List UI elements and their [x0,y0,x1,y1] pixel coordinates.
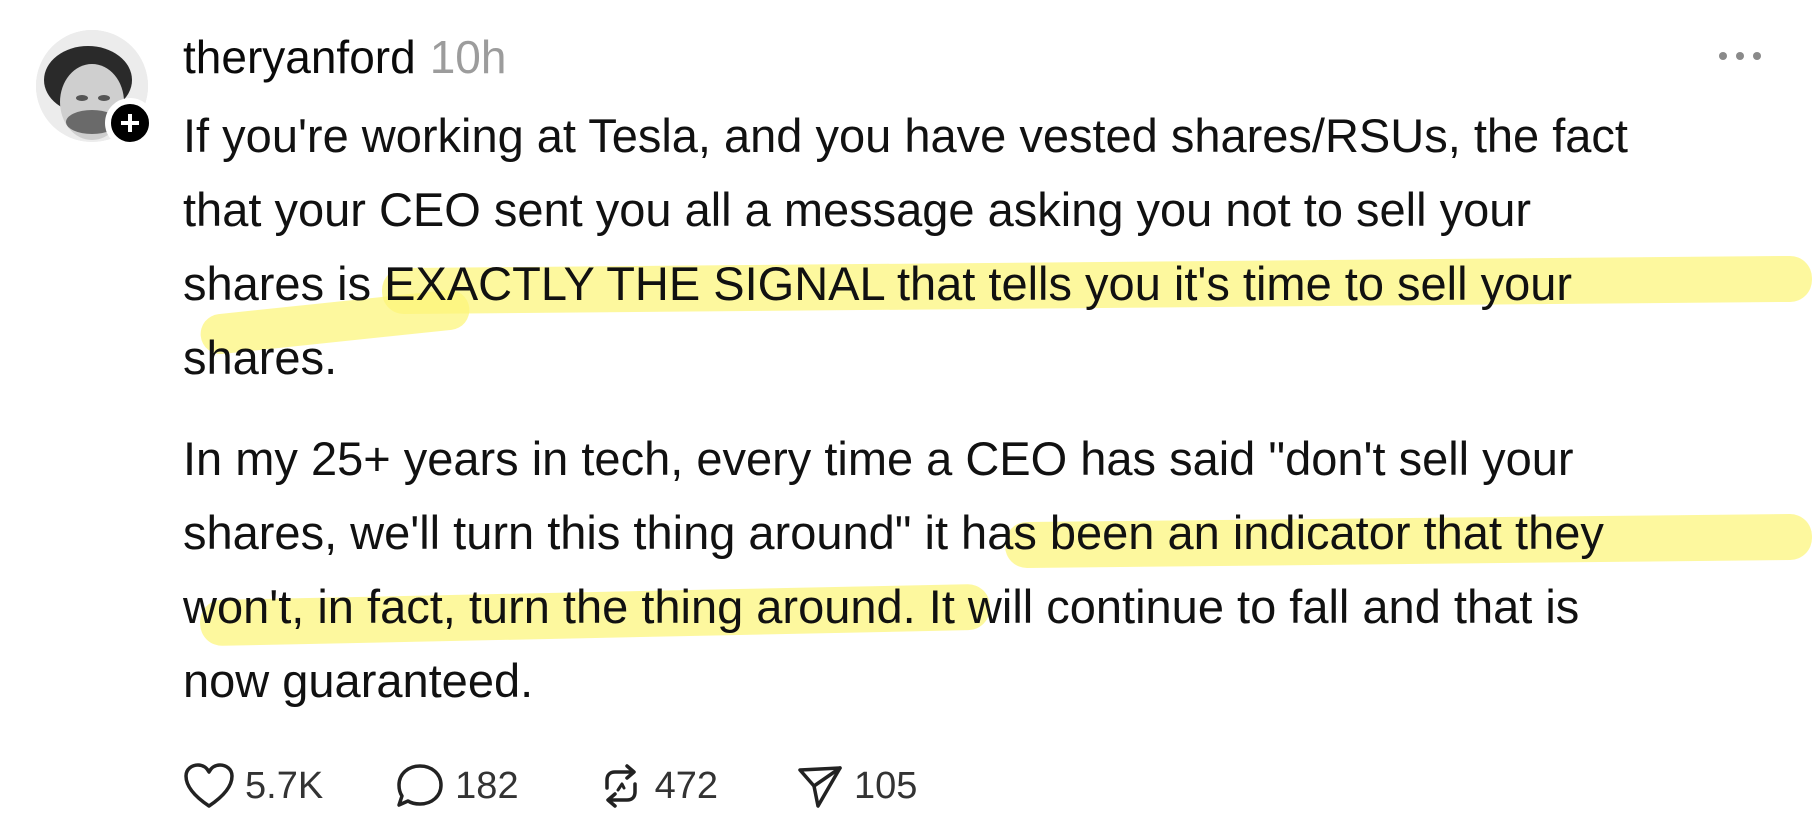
highlighted-text: it has been an indicator that they [924,506,1604,559]
send-icon [798,766,842,808]
follow-button[interactable] [105,98,155,148]
thread-post: theryanford 10h If you're working at Tes… [0,0,1812,829]
like-button[interactable]: 5.7K [183,762,323,810]
text-line: shares. [183,321,1628,395]
post-paragraph-2: In my 25+ years in tech, every time a CE… [183,422,1604,718]
comment-bubble-icon [397,764,443,807]
more-options-icon [1719,52,1727,60]
text-segment: It will continue to fall and that is [915,580,1580,633]
text-line: that your CEO sent you all a message ask… [183,183,1532,236]
post-actions: 5.7K 182 472 105 [183,758,917,814]
highlighted-text: shares [183,331,325,384]
reply-count: 182 [455,764,519,807]
post-header: theryanford 10h [183,30,506,86]
highlighted-text: won't, in fact, turn the thing around. [183,580,916,633]
text-line: shares, we'll turn this thing around" it… [183,496,1604,570]
more-options-icon-dot [1736,52,1744,60]
plus-icon [121,114,139,132]
author-username[interactable]: theryanford [183,30,416,84]
repost-button[interactable]: 472 [597,762,718,810]
text-line: won't, in fact, turn the thing around. I… [183,570,1604,644]
more-options-button[interactable] [1712,46,1768,66]
author-avatar-container[interactable] [36,30,155,148]
heart-icon [184,763,234,808]
text-line: In my 25+ years in tech, every time a CE… [183,432,1574,485]
text-line: shares is EXACTLY THE SIGNAL that tells … [183,247,1628,321]
text-line: If you're working at Tesla, and you have… [183,109,1628,162]
repost-icon [604,764,637,808]
text-segment: . [324,331,338,384]
post-paragraph-1: If you're working at Tesla, and you have… [183,99,1628,395]
reply-button[interactable]: 182 [395,762,519,810]
share-count: 105 [853,764,918,807]
like-count: 5.7K [245,764,324,807]
text-line: now guaranteed. [183,654,534,707]
text-segment: shares, we'll turn this thing around" [183,506,925,559]
share-button[interactable]: 105 [796,762,917,810]
highlighted-text: s EXACTLY THE SIGNAL that tells you it's… [347,257,1573,310]
repost-count: 472 [654,764,718,807]
more-options-icon-dot [1753,52,1761,60]
text-segment: shares i [183,257,348,310]
post-timestamp: 10h [429,31,507,83]
